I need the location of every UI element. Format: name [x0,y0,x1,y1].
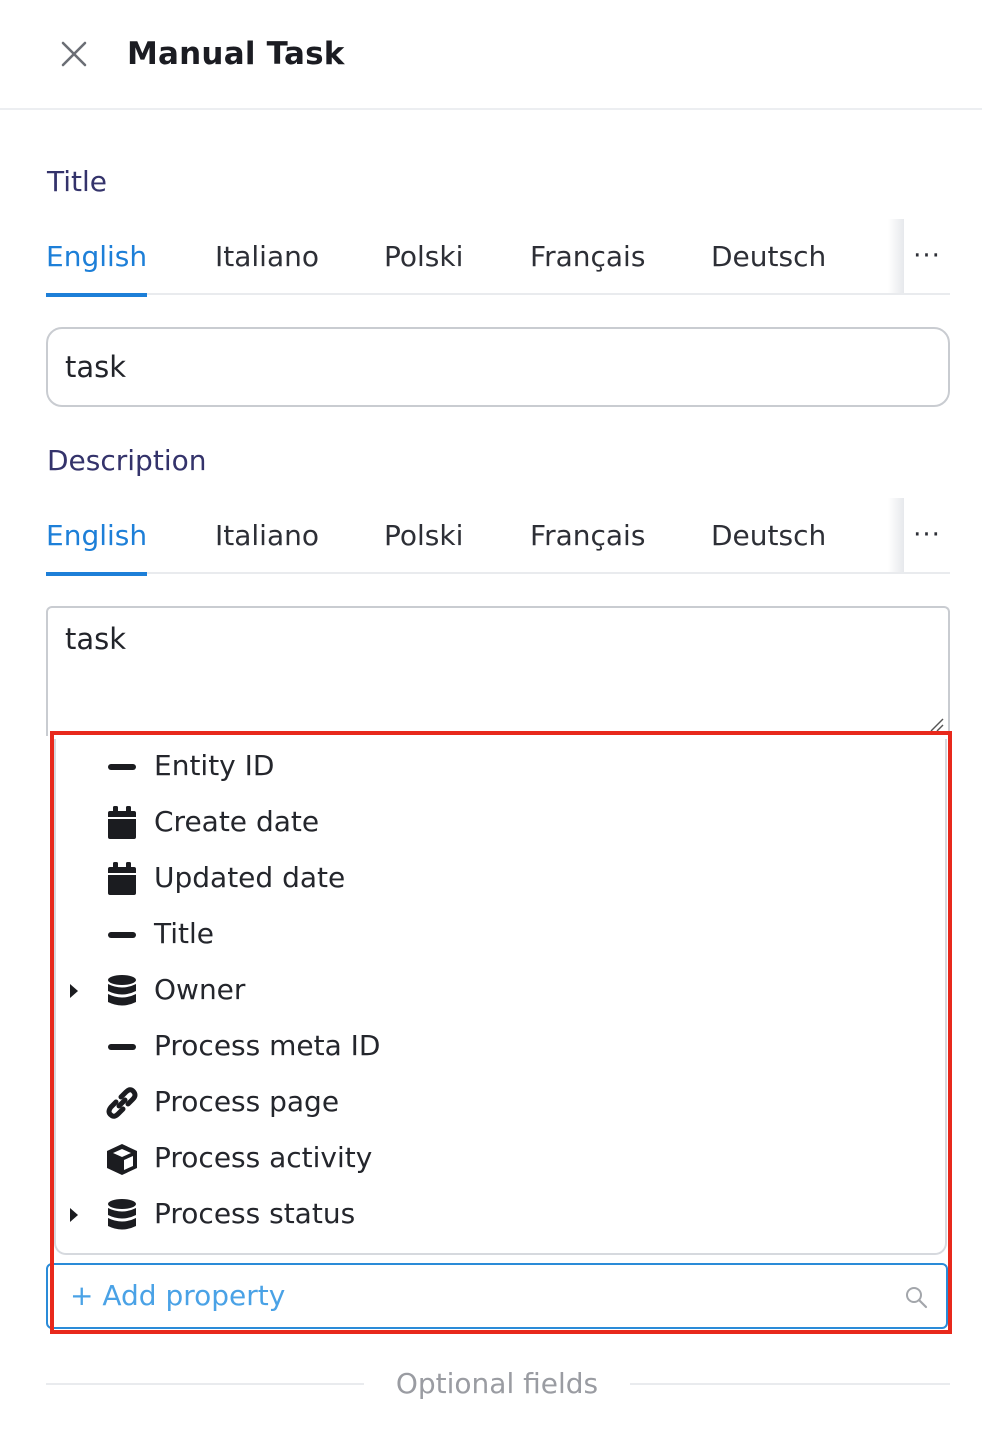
title-section-label: Title [47,165,108,198]
description-language-tabs: English Italiano Polski Français Deutsch… [46,498,950,576]
property-option-create-date[interactable]: Create date [56,795,945,851]
tab-italiano[interactable]: Italiano [215,219,319,295]
description-section-label: Description [47,444,207,477]
tab-polski[interactable]: Polski [384,498,463,574]
more-languages-button[interactable]: ··· [904,219,950,293]
tab-polski[interactable]: Polski [384,219,463,295]
property-option-title[interactable]: Title [56,907,945,963]
property-option-process-status[interactable]: Process status [56,1187,945,1243]
panel-header: Manual Task [0,0,982,110]
property-option-process-meta-id[interactable]: Process meta ID [56,1019,945,1075]
divider [630,1383,950,1385]
more-languages-button[interactable]: ··· [904,498,950,572]
database-icon [104,973,140,1009]
dash-icon [104,917,140,953]
property-option-label: Process meta ID [154,1029,381,1062]
title-language-tabs: English Italiano Polski Français Deutsch… [46,219,950,297]
property-option-label: Updated date [154,861,346,894]
property-option-label: Create date [154,805,320,838]
property-option-entity-id[interactable]: Entity ID [56,739,945,795]
expand-caret-icon[interactable] [68,1206,80,1224]
property-option-label: Entity ID [154,749,275,782]
tab-francais[interactable]: Français [530,498,645,574]
tab-deutsch[interactable]: Deutsch [711,219,826,295]
title-input[interactable]: task [46,327,950,407]
property-dropdown: Entity ID Create date Updated date Title… [54,739,947,1255]
property-option-process-activity[interactable]: Process activity [56,1131,945,1187]
calendar-icon [104,861,140,897]
dash-icon [104,1029,140,1065]
property-option-updated-date[interactable]: Updated date [56,851,945,907]
tabs-scroll-fade [888,498,904,572]
search-icon [906,1287,928,1309]
optional-fields-label: Optional fields [395,1367,599,1400]
tabs-scroll-fade [888,219,904,293]
tab-english[interactable]: English [46,219,148,297]
property-option-owner[interactable]: Owner [56,963,945,1019]
property-option-process-page[interactable]: Process page [56,1075,945,1131]
cube-icon [104,1141,140,1177]
property-option-label: Process page [154,1085,340,1118]
calendar-icon [104,805,140,841]
description-textarea[interactable]: task [46,606,950,736]
description-text: task [65,622,127,656]
add-property-placeholder: + Add property [70,1279,286,1312]
tab-francais[interactable]: Français [530,219,645,295]
resize-handle-icon[interactable] [928,716,944,732]
tab-italiano[interactable]: Italiano [215,498,319,574]
property-option-label: Process status [154,1197,356,1230]
close-button[interactable] [54,34,94,74]
expand-caret-icon[interactable] [68,982,80,1000]
add-property-input[interactable]: + Add property [46,1263,948,1329]
close-icon [61,41,87,67]
tab-deutsch[interactable]: Deutsch [711,498,826,574]
tab-english[interactable]: English [46,498,148,576]
property-option-label: Owner [154,973,246,1006]
divider [46,1383,364,1385]
property-option-label: Process activity [154,1141,373,1174]
dash-icon [104,749,140,785]
link-icon [104,1085,140,1121]
property-option-label: Title [154,917,215,950]
panel-title: Manual Task [127,36,345,72]
database-icon [104,1197,140,1233]
